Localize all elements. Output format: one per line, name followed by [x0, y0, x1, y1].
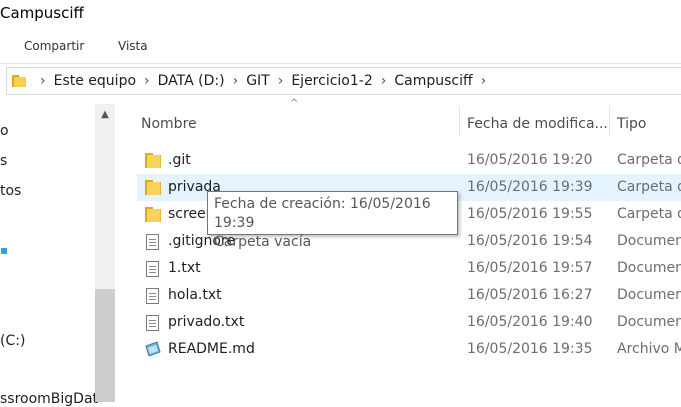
file-type: Archivo M	[617, 341, 681, 357]
nav-item-drive-c[interactable]: (C:)	[0, 333, 25, 349]
breadcrumb-ejercicio[interactable]: Ejercicio1-2	[291, 73, 372, 89]
column-divider[interactable]	[459, 106, 460, 136]
ribbon-divider	[0, 63, 681, 64]
column-header-date[interactable]: Fecha de modifica...	[467, 108, 608, 140]
file-name: .git	[168, 152, 191, 168]
text-file-icon	[146, 234, 159, 250]
folder-icon	[145, 153, 161, 169]
file-type: Documen	[617, 287, 681, 303]
file-date: 16/05/2016 19:54	[467, 233, 593, 249]
file-row-readme[interactable]: README.md 16/05/2016 19:35 Archivo M	[137, 336, 681, 363]
breadcrumb: › Este equipo › DATA (D:) › GIT › Ejerci…	[12, 67, 494, 95]
file-name: hola.txt	[168, 287, 222, 303]
chevron-right-icon[interactable]: ›	[144, 73, 150, 89]
tooltip-created-date: Fecha de creación: 16/05/2016 19:39	[214, 196, 431, 231]
file-date: 16/05/2016 19:20	[467, 152, 593, 168]
file-date: 16/05/2016 19:55	[467, 206, 593, 222]
tab-vista[interactable]: Vista	[118, 36, 148, 56]
text-file-icon	[146, 288, 159, 304]
file-date: 16/05/2016 16:27	[467, 287, 593, 303]
folder-tooltip: Fecha de creación: 16/05/2016 19:39 Carp…	[207, 191, 458, 250]
file-row-1txt[interactable]: 1.txt 16/05/2016 19:57 Documen	[137, 255, 681, 282]
folder-icon	[12, 75, 26, 87]
chevron-right-icon[interactable]: ›	[233, 73, 239, 89]
file-type: Carpeta d	[617, 206, 681, 222]
file-type: Carpeta d	[617, 179, 681, 195]
nav-item[interactable]: s	[0, 153, 7, 169]
file-date: 16/05/2016 19:40	[467, 314, 593, 330]
file-name: README.md	[168, 341, 255, 357]
column-divider[interactable]	[609, 106, 610, 136]
chevron-right-icon[interactable]: ›	[278, 73, 284, 89]
file-type: Documen	[617, 260, 681, 276]
file-date: 16/05/2016 19:39	[467, 179, 593, 195]
breadcrumb-data-d[interactable]: DATA (D:)	[158, 73, 225, 89]
chevron-right-icon[interactable]: ›	[381, 73, 387, 89]
breadcrumb-git[interactable]: GIT	[246, 73, 270, 89]
tab-compartir[interactable]: Compartir	[24, 36, 84, 56]
window-title: Campusciff	[0, 4, 84, 22]
file-name: privado.txt	[168, 314, 245, 330]
text-file-icon	[146, 261, 159, 277]
scroll-up-icon[interactable]: ▲	[95, 104, 115, 124]
column-header-name[interactable]: Nombre	[141, 108, 197, 140]
network-icon: ▪	[0, 243, 9, 257]
nav-item[interactable]: ssroomBigDat	[0, 391, 98, 407]
column-header-type[interactable]: Tipo	[617, 108, 646, 140]
file-date: 16/05/2016 19:57	[467, 260, 593, 276]
file-row-git[interactable]: .git 16/05/2016 19:20 Carpeta d	[137, 147, 681, 174]
file-type: Carpeta d	[617, 152, 681, 168]
file-type: Documen	[617, 314, 681, 330]
markdown-file-icon	[145, 341, 161, 357]
breadcrumb-campusciff[interactable]: Campusciff	[394, 73, 472, 89]
nav-item[interactable]: o	[0, 123, 9, 139]
nav-scrollbar-thumb[interactable]	[95, 289, 115, 402]
text-file-icon	[146, 315, 159, 331]
file-row-hola[interactable]: hola.txt 16/05/2016 16:27 Documen	[137, 282, 681, 309]
file-name: 1.txt	[168, 260, 201, 276]
file-type: Documen	[617, 233, 681, 249]
file-row-privado[interactable]: privado.txt 16/05/2016 19:40 Documen	[137, 309, 681, 336]
sort-ascending-icon: ^	[290, 98, 299, 109]
nav-item[interactable]: tos	[0, 183, 21, 199]
folder-icon	[145, 207, 161, 223]
breadcrumb-este-equipo[interactable]: Este equipo	[54, 73, 136, 89]
chevron-right-icon[interactable]: ›	[40, 73, 46, 89]
folder-icon	[145, 180, 161, 196]
chevron-right-icon[interactable]: ›	[481, 73, 487, 89]
file-date: 16/05/2016 19:35	[467, 341, 593, 357]
tooltip-empty-folder: Carpeta vacía	[214, 234, 312, 250]
